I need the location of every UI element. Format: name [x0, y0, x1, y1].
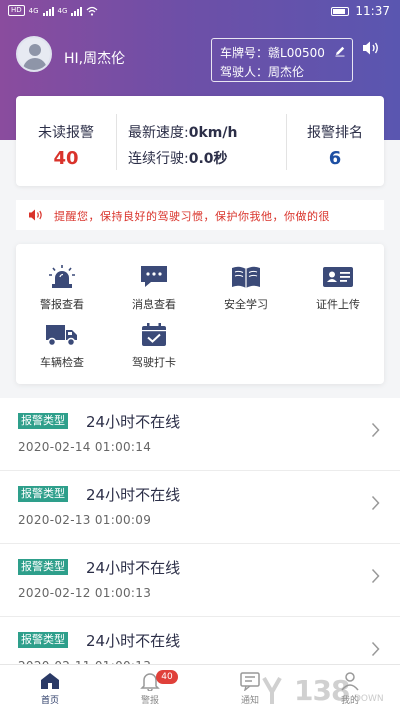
- speed-label: 最新速度:: [128, 125, 189, 141]
- alarm-title: 24小时不在线: [86, 559, 181, 577]
- app-page: HD 4G 4G 11:37 HI,周杰伦 车牌号： 赣L00500 驾驶人： …: [0, 0, 400, 711]
- driver-label: 驾驶人：: [220, 65, 269, 79]
- edit-pencil-icon[interactable]: [334, 45, 346, 57]
- status-bar-right: 11:37: [331, 4, 390, 18]
- avatar[interactable]: [16, 36, 52, 72]
- alarm-light-icon: [49, 265, 75, 288]
- calendar-check-icon: [142, 323, 166, 346]
- battery-icon: [331, 6, 350, 16]
- alarm-title: 24小时不在线: [86, 413, 181, 431]
- list-item[interactable]: 报警类型 24小时不在线 2020-02-14 01:00:14: [0, 398, 400, 471]
- signal-icon: [42, 6, 54, 16]
- id-card-icon: [323, 267, 353, 287]
- stats-card: 未读报警 40 最新速度:0km/h 连续行驶:0.0秒 报警排名 6: [16, 96, 384, 186]
- watermark-text: 138: [294, 674, 350, 707]
- alarm-time: 2020-02-14 01:00:14: [18, 440, 152, 454]
- function-menu: 警报查看 消息查看 安全学习 证件上传 车辆检查 驾驶打卡: [16, 244, 384, 384]
- menu-item-safety-study[interactable]: 安全学习: [200, 264, 292, 312]
- menu-label: 警报查看: [40, 298, 84, 311]
- network-4g-label: 4G: [28, 6, 39, 15]
- stats-divider: [116, 114, 117, 170]
- vehicle-info-box[interactable]: 车牌号： 赣L00500 驾驶人： 周杰伦: [211, 38, 353, 82]
- list-item[interactable]: 报警类型 24小时不在线 2020-02-13 01:00:09: [0, 471, 400, 544]
- notice-text: 提醒您，保持良好的驾驶习惯，保护你我他，你做的很: [54, 210, 330, 223]
- plate-value: 赣L00500: [268, 46, 325, 60]
- plate-label: 车牌号：: [220, 46, 269, 60]
- speed-row: 最新速度:0km/h: [128, 120, 237, 146]
- list-item[interactable]: 报警类型 24小时不在线 2020-02-12 01:00:13: [0, 544, 400, 617]
- status-clock: 11:37: [355, 4, 390, 18]
- chevron-right-icon: [371, 422, 380, 438]
- alarm-title: 24小时不在线: [86, 486, 181, 504]
- driver-value: 周杰伦: [268, 65, 305, 79]
- menu-item-vehicle-check[interactable]: 车辆检查: [16, 322, 108, 370]
- alarm-rank-value: 6: [328, 148, 342, 169]
- home-icon: [41, 673, 59, 689]
- alarm-rank-label: 报警排名: [307, 125, 363, 141]
- message-icon: [141, 266, 167, 287]
- nav-label: 首页: [40, 696, 59, 706]
- watermark: 138 DOWN: [258, 672, 398, 708]
- speaker-icon[interactable]: [362, 40, 380, 56]
- continuous-driving-row: 连续行驶:0.0秒: [128, 146, 237, 172]
- alarm-type-tag: 报警类型: [18, 413, 68, 429]
- unread-alarm-stat[interactable]: 未读报警 40: [16, 96, 116, 186]
- wifi-icon: [87, 6, 98, 16]
- alarm-count-badge: 40: [156, 670, 178, 684]
- alarm-time: 2020-02-13 01:00:09: [18, 513, 152, 527]
- chevron-right-icon: [371, 641, 380, 657]
- notice-bar[interactable]: 提醒您，保持良好的驾驶习惯，保护你我他，你做的很: [16, 200, 384, 230]
- truck-icon: [46, 325, 77, 347]
- menu-label: 证件上传: [316, 298, 360, 311]
- continuous-driving-label: 连续行驶:: [128, 151, 189, 167]
- notice-speaker-icon: [29, 209, 42, 221]
- alarm-type-tag: 报警类型: [18, 559, 68, 575]
- driver-row: 驾驶人： 周杰伦: [220, 63, 304, 80]
- book-icon: [232, 266, 260, 288]
- watermark-logo-icon: [262, 677, 282, 704]
- menu-label: 驾驶打卡: [132, 356, 176, 369]
- menu-item-id-upload[interactable]: 证件上传: [292, 264, 384, 312]
- menu-label: 消息查看: [132, 298, 176, 311]
- status-bar-left: HD 4G 4G: [8, 5, 98, 16]
- speed-value: 0km/h: [188, 125, 238, 141]
- alarm-type-tag: 报警类型: [18, 486, 68, 502]
- alarm-type-tag: 报警类型: [18, 632, 68, 648]
- hd-indicator: HD: [8, 5, 25, 16]
- nav-item-home[interactable]: 首页: [20, 671, 80, 706]
- unread-alarm-count: 40: [53, 148, 79, 169]
- continuous-driving-value: 0.0秒: [188, 151, 228, 167]
- driving-stat: 最新速度:0km/h 连续行驶:0.0秒: [128, 120, 237, 172]
- nav-label: 警报: [140, 696, 159, 706]
- unread-alarm-label: 未读报警: [38, 125, 94, 141]
- alarm-rank-stat[interactable]: 报警排名 6: [286, 96, 384, 186]
- avatar-body-shape: [23, 58, 47, 70]
- menu-item-message-view[interactable]: 消息查看: [108, 264, 200, 312]
- menu-item-alarm-view[interactable]: 警报查看: [16, 264, 108, 312]
- chevron-right-icon: [371, 568, 380, 584]
- greeting-text: HI,周杰伦: [64, 51, 126, 67]
- alarm-title: 24小时不在线: [86, 632, 181, 650]
- menu-label: 车辆检查: [40, 356, 84, 369]
- avatar-head-shape: [29, 44, 41, 56]
- chevron-right-icon: [371, 495, 380, 511]
- watermark-subtext: DOWN: [354, 694, 384, 704]
- signal-icon-2: [71, 6, 83, 16]
- menu-label: 安全学习: [224, 298, 268, 311]
- status-bar: HD 4G 4G 11:37: [0, 0, 400, 22]
- menu-item-drive-checkin[interactable]: 驾驶打卡: [108, 322, 200, 370]
- plate-row: 车牌号： 赣L00500: [220, 44, 325, 61]
- network-4g-label-2: 4G: [57, 6, 68, 15]
- alarm-time: 2020-02-12 01:00:13: [18, 586, 152, 600]
